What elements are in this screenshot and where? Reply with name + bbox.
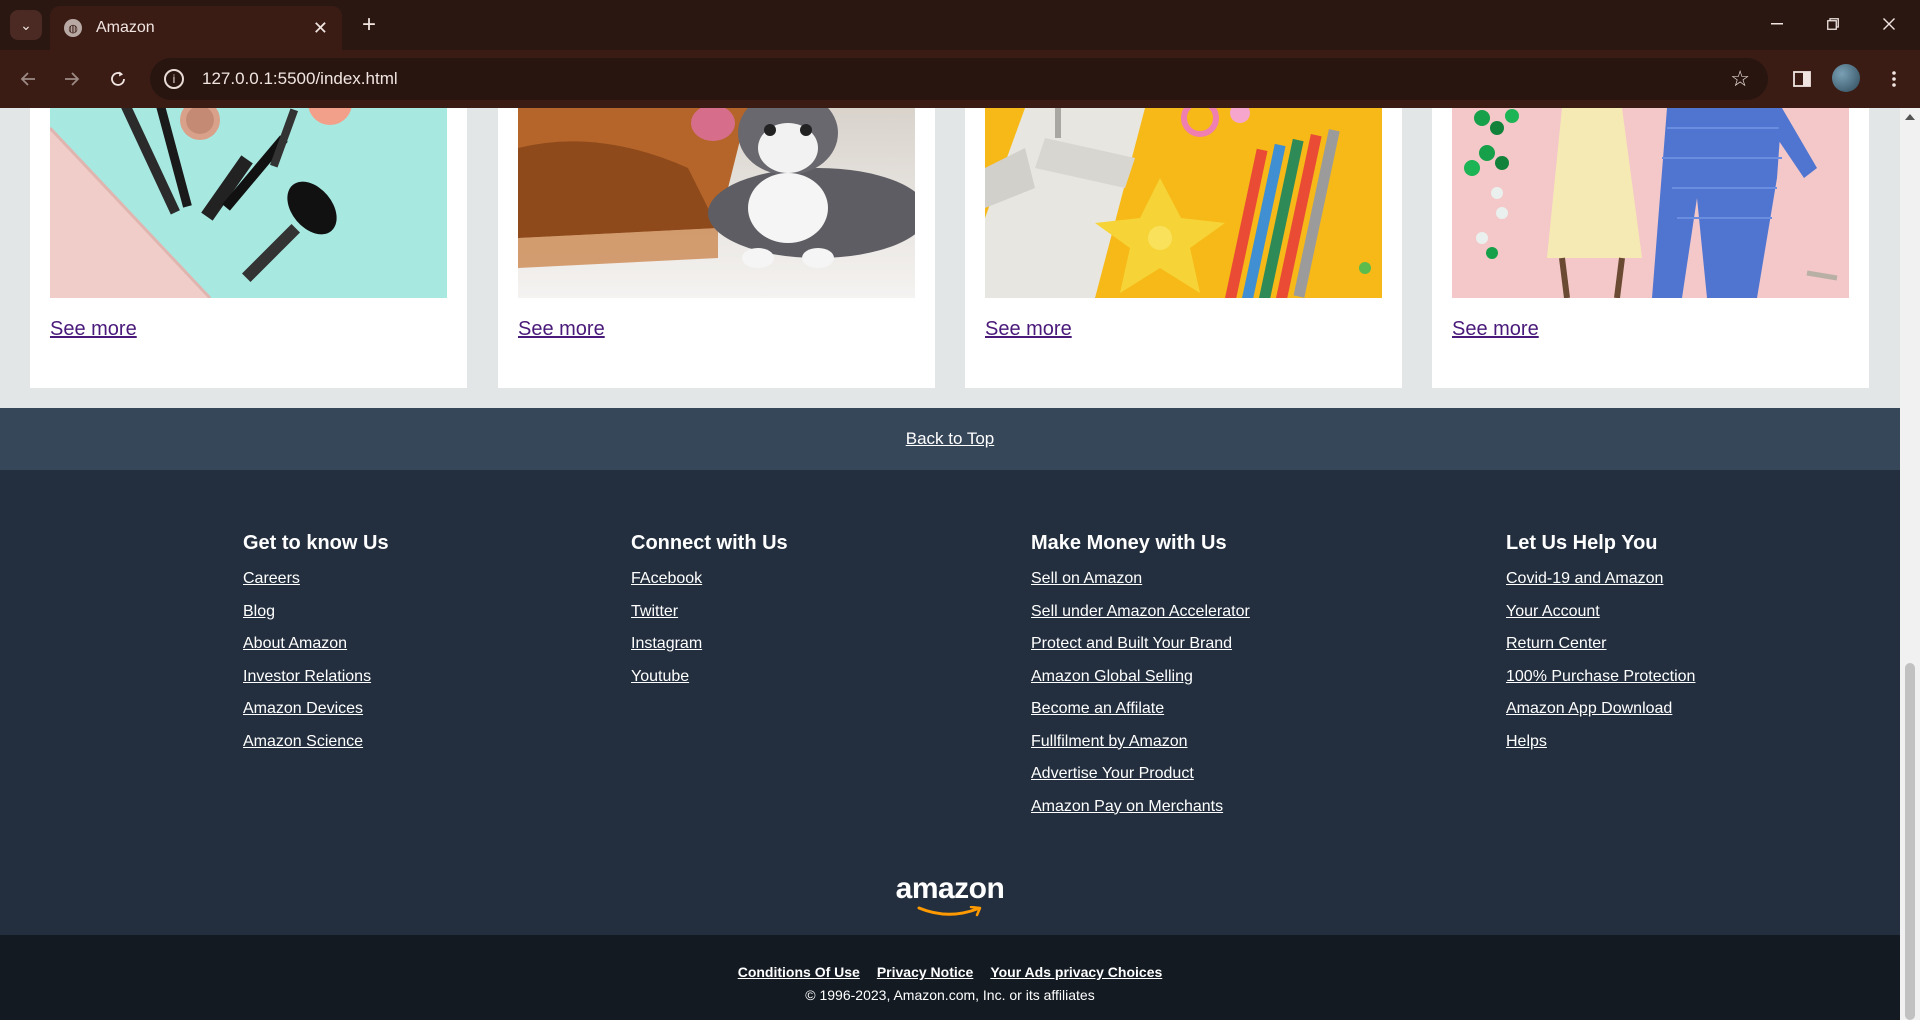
amazon-logo[interactable]: amazon — [0, 872, 1900, 918]
footer-link-youtube[interactable]: Youtube — [631, 661, 788, 694]
browser-chrome: ⌄ ◍ Amazon ✕ + i 127.0.0.1:5500/index.ht… — [0, 0, 1920, 108]
conditions-of-use-link[interactable]: Conditions Of Use — [738, 964, 860, 980]
close-tab-icon[interactable]: ✕ — [313, 18, 328, 39]
reload-button[interactable] — [102, 63, 134, 95]
footer-column-title: Make Money with Us — [1031, 532, 1227, 554]
restore-button[interactable] — [1810, 8, 1856, 40]
chevron-down-icon: ⌄ — [20, 16, 32, 33]
category-card: See more — [498, 108, 935, 388]
back-to-top-bar[interactable]: Back to Top — [0, 408, 1900, 470]
footer-column-title: Let Us Help You — [1506, 532, 1658, 554]
tab-title: Amazon — [96, 19, 155, 36]
footer-link-affiliate[interactable]: Become an Affilate — [1031, 693, 1250, 726]
restore-icon — [1827, 18, 1839, 30]
see-more-link[interactable]: See more — [1452, 318, 1539, 341]
side-panel-button[interactable] — [1786, 63, 1818, 95]
address-bar[interactable]: i 127.0.0.1:5500/index.html ☆ — [150, 58, 1768, 100]
page-scrollbar[interactable] — [1900, 108, 1920, 1020]
arrow-right-icon — [65, 72, 80, 86]
footer-link-amazon-devices[interactable]: Amazon Devices — [243, 693, 389, 726]
fashion-clothing-image[interactable] — [1452, 108, 1849, 298]
ads-privacy-choices-link[interactable]: Your Ads privacy Choices — [990, 964, 1162, 980]
bookmark-star-icon[interactable]: ☆ — [1730, 66, 1750, 92]
category-card: See more — [30, 108, 467, 388]
info-icon[interactable]: i — [164, 69, 184, 89]
footer-column-title: Get to know Us — [243, 532, 389, 554]
footer-link-purchase-protection[interactable]: 100% Purchase Protection — [1506, 661, 1695, 694]
legal-links: Conditions Of Use Privacy Notice Your Ad… — [0, 964, 1900, 980]
footer-link-helps[interactable]: Helps — [1506, 726, 1695, 759]
minimize-icon — [1771, 23, 1783, 25]
footer-link-amazon-pay[interactable]: Amazon Pay on Merchants — [1031, 791, 1250, 824]
footer-link-return-center[interactable]: Return Center — [1506, 628, 1695, 661]
globe-icon: ◍ — [64, 19, 82, 37]
url-text[interactable]: 127.0.0.1:5500/index.html — [202, 69, 1730, 89]
footer-link-app-download[interactable]: Amazon App Download — [1506, 693, 1695, 726]
makeup-pouch-image[interactable] — [50, 108, 447, 298]
footer-link-amazon-science[interactable]: Amazon Science — [243, 726, 389, 759]
page-viewport: See more See more See more See more Back… — [0, 108, 1900, 1020]
toys-and-pencils-image[interactable] — [985, 108, 1382, 298]
browser-menu-button[interactable] — [1878, 63, 1910, 95]
forward-button[interactable] — [56, 63, 88, 95]
footer-link-twitter[interactable]: Twitter — [631, 596, 788, 629]
footer-link-global-selling[interactable]: Amazon Global Selling — [1031, 661, 1250, 694]
browser-toolbar: i 127.0.0.1:5500/index.html ☆ — [0, 50, 1920, 108]
footer-column-connect-with-us: Connect with Us FAcebook Twitter Instagr… — [631, 532, 788, 693]
back-to-top-link[interactable]: Back to Top — [906, 429, 995, 449]
footer-link-your-account[interactable]: Your Account — [1506, 596, 1695, 629]
copyright-text: © 1996-2023, Amazon.com, Inc. or its aff… — [805, 987, 1095, 1003]
amazon-smile-icon — [917, 906, 982, 917]
see-more-link[interactable]: See more — [50, 318, 137, 341]
tab-amazon[interactable]: ◍ Amazon ✕ — [50, 6, 342, 50]
footer-link-facebook[interactable]: FAcebook — [631, 563, 788, 596]
footer-column-make-money-with-us: Make Money with Us Sell on Amazon Sell u… — [1031, 532, 1250, 823]
footer-column-get-to-know-us: Get to know Us Careers Blog About Amazon… — [243, 532, 389, 758]
footer-link-about-amazon[interactable]: About Amazon — [243, 628, 389, 661]
scroll-up-arrow-icon[interactable] — [1905, 114, 1915, 120]
tab-search-button[interactable]: ⌄ — [10, 10, 42, 40]
dog-and-cat-image[interactable] — [518, 108, 915, 298]
footer-link-instagram[interactable]: Instagram — [631, 628, 788, 661]
amazon-logo-text: amazon — [895, 872, 1005, 905]
footer-bottom-bar: Conditions Of Use Privacy Notice Your Ad… — [0, 935, 1900, 1020]
footer-link-fulfilment[interactable]: Fullfilment by Amazon — [1031, 726, 1250, 759]
more-vert-icon — [1892, 71, 1896, 87]
back-button[interactable] — [12, 63, 44, 95]
see-more-link[interactable]: See more — [518, 318, 605, 341]
see-more-link[interactable]: See more — [985, 318, 1072, 341]
category-card: See more — [965, 108, 1402, 388]
arrow-left-icon — [20, 72, 35, 86]
close-window-button[interactable] — [1866, 8, 1912, 40]
footer-column-title: Connect with Us — [631, 532, 788, 554]
tab-bar: ⌄ ◍ Amazon ✕ + — [0, 0, 1920, 50]
footer-link-investor-relations[interactable]: Investor Relations — [243, 661, 389, 694]
privacy-notice-link[interactable]: Privacy Notice — [877, 964, 974, 980]
footer-link-covid[interactable]: Covid-19 and Amazon — [1506, 563, 1695, 596]
footer-link-sell-on-amazon[interactable]: Sell on Amazon — [1031, 563, 1250, 596]
reload-icon — [111, 71, 125, 86]
footer: Get to know Us Careers Blog About Amazon… — [0, 470, 1900, 935]
close-icon — [1883, 18, 1895, 30]
minimize-button[interactable] — [1754, 8, 1800, 40]
profile-avatar[interactable] — [1832, 64, 1860, 92]
footer-link-amazon-accelerator[interactable]: Sell under Amazon Accelerator — [1031, 596, 1250, 629]
footer-link-advertise[interactable]: Advertise Your Product — [1031, 758, 1250, 791]
new-tab-button[interactable]: + — [354, 10, 384, 40]
category-card: See more — [1432, 108, 1869, 388]
footer-link-protect-brand[interactable]: Protect and Built Your Brand — [1031, 628, 1250, 661]
footer-link-blog[interactable]: Blog — [243, 596, 389, 629]
side-panel-icon — [1793, 71, 1811, 87]
scrollbar-thumb[interactable] — [1905, 663, 1915, 1020]
footer-column-let-us-help-you: Let Us Help You Covid-19 and Amazon Your… — [1506, 532, 1695, 758]
footer-link-careers[interactable]: Careers — [243, 563, 389, 596]
